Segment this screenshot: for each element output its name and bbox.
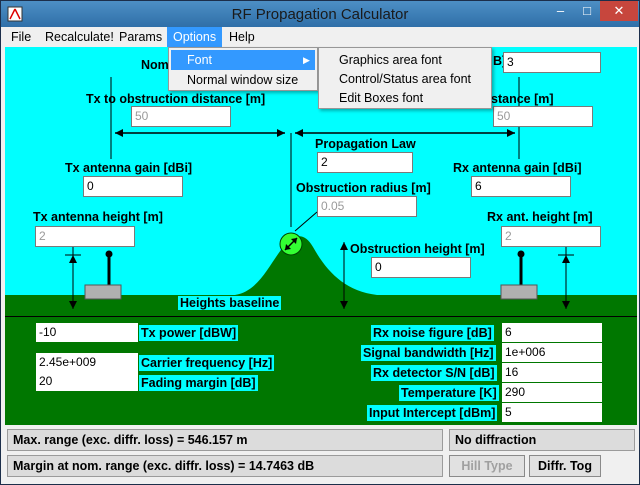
close-button[interactable]: ✕ [600,1,638,21]
menu-graphics-area-font[interactable]: Graphics area font [321,50,489,70]
max-range-readout: Max. range (exc. diffr. loss) = 546.157 … [7,429,443,451]
rx-gain-label: Rx antenna gain [dBi] [453,161,582,175]
fading-margin-label: Fading margin [dB] [139,375,258,391]
tx-gain-label: Tx antenna gain [dBi] [65,161,193,175]
hill-type-button[interactable]: Hill Type [449,455,525,477]
rx-detector-sn-label: Rx detector S/N [dB] [371,365,497,381]
submenu-arrow-icon: ▶ [303,55,310,65]
carrier-frequency-label: Carrier frequency [Hz] [139,355,275,371]
carrier-frequency-input[interactable]: 2.45e+009 [36,353,138,372]
menu-recalculate[interactable]: Recalculate! [39,27,120,47]
propagation-law-label: Propagation Law [315,137,416,151]
nominal-range-label: Nom [141,58,169,72]
obstruction-height-label: Obstruction height [m] [350,242,485,256]
ground-terrain [5,236,637,317]
tx-obstruction-distance-label: Tx to obstruction distance [m] [86,92,266,106]
rx-height-label: Rx ant. height [m] [487,210,593,224]
font-submenu: Graphics area font Control/Status area f… [318,47,492,109]
menu-bar: File Recalculate! Params Options Help [1,27,639,47]
menu-file[interactable]: File [5,27,37,47]
tx-height-input[interactable]: 2 [35,226,135,247]
menu-control-status-font[interactable]: Control/Status area font [321,69,489,89]
diffr-tog-button[interactable]: Diffr. Tog [529,455,601,477]
minimize-button[interactable]: – [547,1,574,21]
status-area: Max. range (exc. diffr. loss) = 546.157 … [5,427,637,484]
options-menu: Font ▶ Normal window size [168,47,318,91]
tx-antenna-icon [105,250,113,258]
fading-margin-input[interactable]: 20 [36,372,138,391]
parameters-panel: -10 Tx power [dBW] 2.45e+009 Carrier fre… [5,317,637,425]
obstruction-radius-input[interactable]: 0.05 [317,196,417,217]
temperature-label: Temperature [K] [399,385,499,401]
tx-gain-input[interactable]: 0 [83,176,183,197]
signal-bandwidth-label: Signal bandwidth [Hz] [361,345,496,361]
rx-antenna-icon [517,250,525,258]
obstruction-height-input[interactable]: 0 [371,257,471,278]
heights-baseline-label: Heights baseline [178,296,282,310]
diffraction-status: No diffraction [449,429,635,451]
propagation-law-input[interactable]: 2 [317,152,413,173]
menu-edit-boxes-font[interactable]: Edit Boxes font [321,88,489,108]
tx-obstruction-distance-input[interactable]: 50 [131,106,231,127]
tx-power-input[interactable]: -10 [36,323,138,342]
rx-height-input[interactable]: 2 [501,226,601,247]
menu-help[interactable]: Help [223,27,261,47]
nominal-range-input[interactable]: 3 [503,52,601,73]
menu-font[interactable]: Font ▶ [171,50,315,70]
menu-params[interactable]: Params [113,27,168,47]
menu-options[interactable]: Options [167,27,223,47]
obstruction-radius-label: Obstruction radius [m] [296,181,431,195]
input-intercept-label: Input Intercept [dBm] [367,405,498,421]
menu-font-label: Font [187,53,213,67]
rx-gain-input[interactable]: 6 [471,176,571,197]
rx-obstruction-distance-input[interactable]: 50 [493,106,593,127]
tx-height-label: Tx antenna height [m] [33,210,163,224]
rx-unit-icon [500,284,538,300]
app-window: RF Propagation Calculator – □ ✕ File Rec… [0,0,640,485]
margin-readout: Margin at nom. range (exc. diffr. loss) … [7,455,443,477]
window-title: RF Propagation Calculator [231,6,409,23]
menu-normal-window-size[interactable]: Normal window size [171,70,315,90]
rx-detector-sn-input[interactable]: 16 [502,363,602,382]
rx-noise-figure-input[interactable]: 6 [502,323,602,342]
tx-power-label: Tx power [dBW] [139,325,239,341]
signal-bandwidth-input[interactable]: 1e+006 [502,343,602,362]
rx-obstruction-distance-label: stance [m] [491,92,554,106]
temperature-input[interactable]: 290 [502,383,602,402]
input-intercept-input[interactable]: 5 [502,403,602,422]
rx-noise-figure-label: Rx noise figure [dB] [371,325,494,341]
tx-unit-icon [84,284,122,300]
maximize-button[interactable]: □ [574,1,600,21]
title-bar[interactable]: RF Propagation Calculator – □ ✕ [1,1,639,27]
